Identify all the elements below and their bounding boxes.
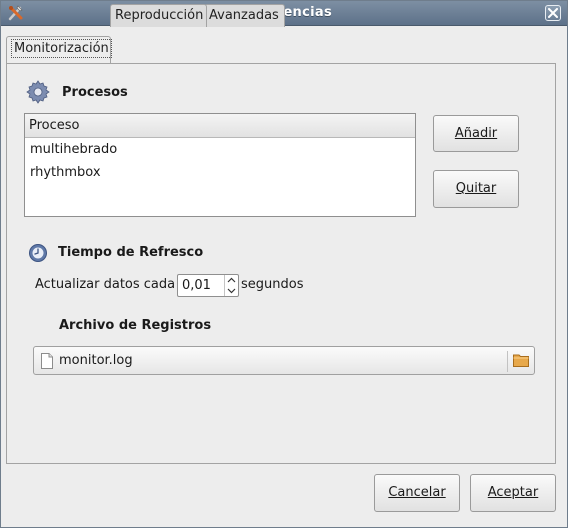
refresh-spinbutton[interactable]: 0,01 xyxy=(177,274,239,297)
tab-avanzadas[interactable]: Avanzadas xyxy=(204,4,285,27)
refresh-value[interactable]: 0,01 xyxy=(182,278,211,293)
log-file-chooser[interactable]: monitor.log xyxy=(33,346,535,375)
close-icon xyxy=(548,8,558,18)
chevron-down-icon[interactable] xyxy=(227,286,236,295)
add-button-label: Añadir xyxy=(454,126,498,141)
chevron-up-icon[interactable] xyxy=(227,276,236,285)
accept-button[interactable]: Aceptar xyxy=(470,474,556,512)
cancel-button-label: Cancelar xyxy=(388,485,446,500)
gear-icon xyxy=(26,80,50,104)
document-icon xyxy=(41,353,53,369)
registros-heading: Archivo de Registros xyxy=(59,318,212,333)
refresh-unit-label: segundos xyxy=(241,277,304,292)
tab-label: Monitorización xyxy=(11,39,112,58)
log-filename: monitor.log xyxy=(59,353,133,368)
separator xyxy=(507,351,508,372)
accept-button-label: Aceptar xyxy=(487,485,539,500)
close-button[interactable] xyxy=(545,5,561,21)
tab-reproduccion[interactable]: Reproducción xyxy=(110,4,207,27)
list-item[interactable]: rhythmbox xyxy=(25,161,415,184)
clock-icon xyxy=(29,244,47,262)
remove-button[interactable]: Quitar xyxy=(433,170,519,208)
refresh-label: Actualizar datos cada xyxy=(35,277,176,292)
spin-arrows xyxy=(224,275,238,296)
tab-monitorizacion[interactable]: Monitorización xyxy=(6,36,112,63)
procesos-heading: Procesos xyxy=(62,85,128,100)
cancel-button[interactable]: Cancelar xyxy=(374,474,460,512)
column-header-proceso[interactable]: Proceso xyxy=(25,114,415,138)
list-item[interactable]: multihebrado xyxy=(25,138,415,161)
add-button[interactable]: Añadir xyxy=(433,115,519,152)
folder-icon[interactable] xyxy=(513,353,529,367)
remove-button-label: Quitar xyxy=(455,181,497,196)
preferences-window: Preferencias Avanzadas Reproducción Moni… xyxy=(0,0,568,528)
process-list[interactable]: Proceso multihebrado rhythmbox xyxy=(24,113,416,217)
refresco-heading: Tiempo de Refresco xyxy=(58,245,204,260)
